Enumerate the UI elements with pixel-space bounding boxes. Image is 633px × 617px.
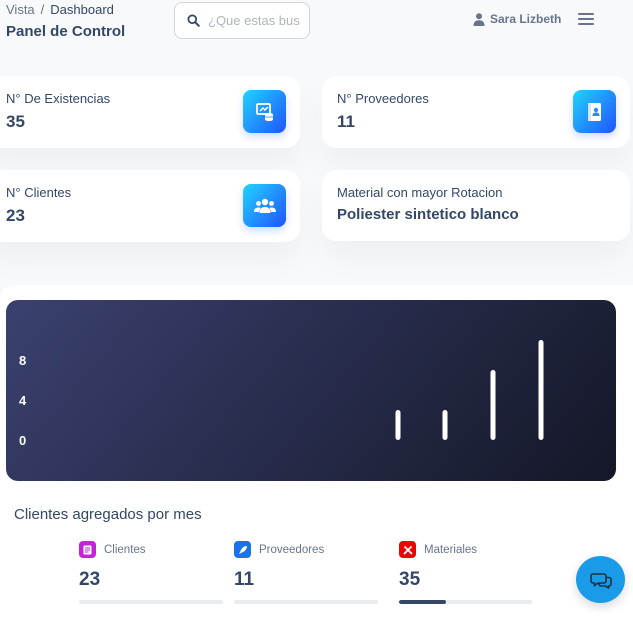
search-icon [187, 14, 200, 27]
section-title: Clientes agregados por mes [14, 506, 202, 523]
chart-bar[interactable] [395, 410, 401, 440]
chart-panel: 8 4 0 [6, 300, 616, 481]
stat-label: N° De Existencias [6, 91, 111, 106]
hamburger-icon[interactable] [578, 13, 594, 27]
breadcrumb-separator: / [40, 2, 45, 17]
progress-bar [399, 600, 532, 604]
mini-stat-materiales: Materiales 35 [399, 541, 544, 604]
breadcrumb-current: Dashboard [50, 2, 114, 17]
search-input[interactable] [208, 13, 302, 28]
user-menu[interactable]: Sara Lizbeth [473, 12, 561, 26]
chart-bar[interactable] [490, 370, 496, 440]
y-tick-label: 8 [19, 353, 26, 368]
users-group-icon [243, 184, 286, 227]
stat-label: N° Proveedores [337, 91, 429, 106]
mini-stat-label: Materiales [424, 543, 478, 556]
stat-label: Material con mayor Rotacion [337, 185, 503, 200]
rocket-icon [234, 541, 251, 558]
supplier-book-icon [573, 90, 616, 133]
stat-value: Poliester sintetico blanco [337, 206, 519, 223]
stat-card-clientes: N° Clientes 23 [0, 170, 300, 242]
progress-bar [79, 600, 223, 604]
mini-stat-label: Clientes [104, 543, 146, 556]
breadcrumb-root[interactable]: Vista [6, 2, 35, 17]
chart-bar[interactable] [538, 340, 544, 440]
stat-value: 23 [6, 206, 25, 225]
breadcrumb: Vista / Dashboard [6, 2, 114, 17]
inventory-icon [243, 90, 286, 133]
search-box[interactable] [174, 2, 310, 39]
bar-chart: 8 4 0 [19, 340, 544, 448]
mini-stat-value: 11 [234, 569, 255, 590]
chat-icon [589, 572, 612, 589]
chat-button[interactable] [576, 556, 625, 603]
y-tick-label: 4 [19, 393, 27, 408]
chart-card: 8 4 0 Clientes agregados por mes Clientes … [0, 285, 633, 617]
clients-icon [79, 541, 96, 558]
top-navbar: Vista / Dashboard Panel de Control Sara Li… [0, 0, 633, 50]
user-name: Sara Lizbeth [490, 12, 562, 26]
mini-stat-clientes: Clientes 23 [79, 541, 224, 604]
page-title: Panel de Control [6, 23, 126, 40]
mini-stat-value: 23 [79, 569, 101, 590]
mini-stat-value: 35 [399, 569, 421, 590]
stat-card-material-rotacion: Material con mayor Rotacion Poliester si… [322, 170, 630, 241]
tools-icon [399, 541, 416, 558]
mini-stat-proveedores: Proveedores 11 [234, 541, 379, 604]
y-tick-label: 0 [19, 433, 26, 448]
stat-value: 35 [6, 112, 25, 131]
mini-stat-label: Proveedores [259, 543, 325, 556]
chart-bar[interactable] [442, 410, 448, 440]
stat-card-proveedores: N° Proveedores 11 [322, 76, 630, 148]
progress-bar [234, 600, 378, 604]
stat-card-existencias: N° De Existencias 35 [0, 76, 300, 148]
user-icon [473, 12, 485, 26]
stat-value: 11 [337, 112, 355, 131]
stat-label: N° Clientes [6, 185, 72, 200]
progress-fill [399, 600, 446, 604]
